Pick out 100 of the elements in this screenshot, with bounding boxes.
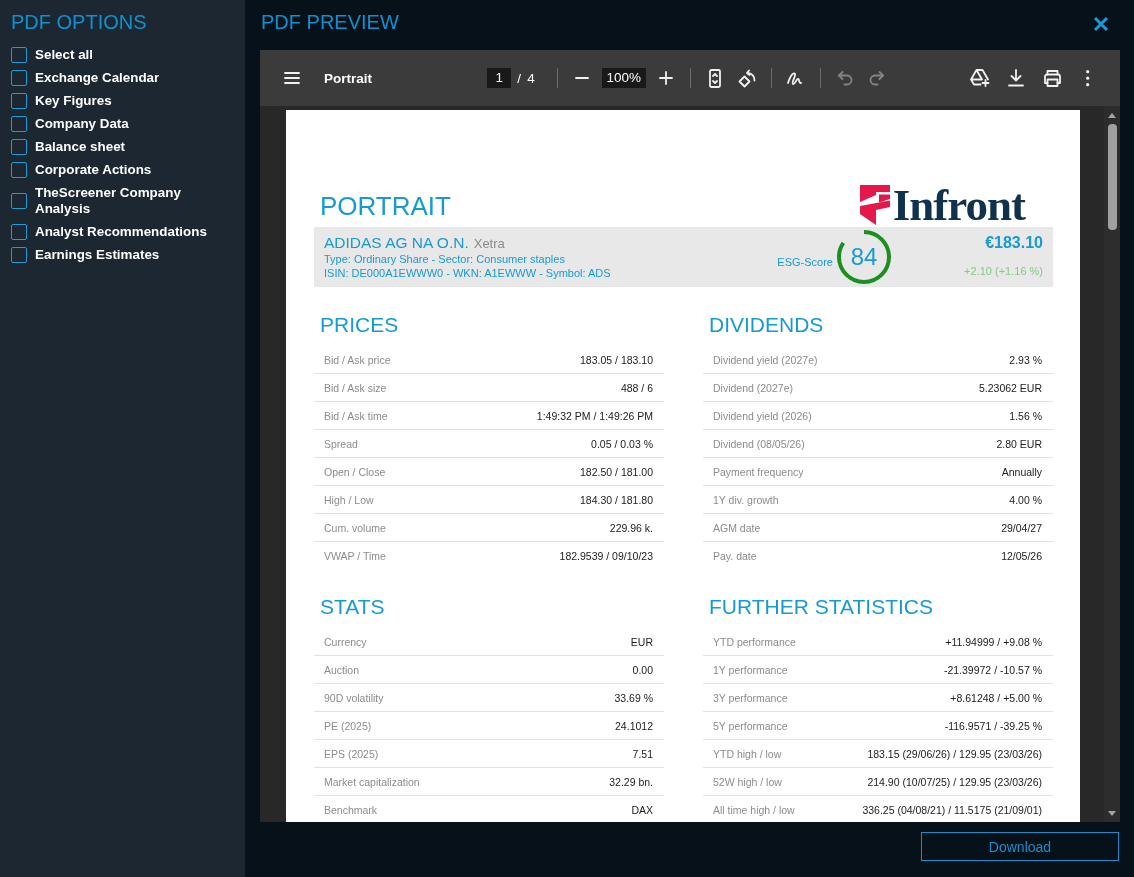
option-label[interactable]: Earnings Estimates [35, 246, 235, 263]
checkbox[interactable] [11, 46, 27, 63]
squiggle-icon [787, 71, 805, 85]
option-label[interactable]: Select all [35, 46, 235, 63]
section-heading: FURTHER STATISTICS [709, 595, 934, 619]
checkbox[interactable] [11, 192, 27, 209]
option-label[interactable]: Key Figures [35, 92, 235, 109]
esg-score: 84 [850, 244, 878, 270]
row-value: -116.9571 / -39.25 % [944, 719, 1042, 732]
row-label: High / Low [324, 493, 374, 506]
rotate-icon [737, 68, 756, 88]
page-count-text: 4 [527, 70, 535, 86]
row-value: +11.94999 / +9.08 % [945, 635, 1042, 648]
row-value: 32.29 bn. [609, 775, 653, 788]
zoom-level-field[interactable]: 100% [601, 68, 646, 88]
price-change: +2.10 (+1.16 %) [963, 264, 1043, 278]
row-value: 4.00 % [1009, 493, 1042, 506]
row-label: Cum. volume [324, 521, 386, 534]
row-label: 1Y div. growth [713, 493, 779, 506]
row-label: 1Y performance [713, 663, 788, 676]
row-label: YTD performance [713, 635, 796, 648]
row-label: Spread [324, 437, 358, 450]
row-label: EPS (2025) [324, 747, 379, 760]
option-label[interactable]: Company Data [35, 115, 235, 132]
exchange-name: Xetra [473, 236, 505, 251]
row-label: 52W high / low [713, 775, 782, 788]
row-value: 229.96 k. [609, 521, 653, 534]
instrument-ids: ISIN: DE000A1EWWW0 - WKN: A1EWWW - Symbol: ADS [324, 266, 612, 280]
row-value: 214.90 (10/07/25) / 129.95 (23/03/26) [867, 775, 1042, 788]
row-label: 5Y performance [713, 719, 788, 732]
row-value: 7.51 [632, 747, 653, 760]
option-label[interactable]: TheScreener Company Analysis [35, 184, 235, 217]
dialog-title: PDF PREVIEW [261, 10, 399, 34]
row-value: 336.25 (04/08/21) / 11.5175 (21/09/01) [862, 804, 1042, 816]
checkbox[interactable] [11, 161, 27, 178]
row-value: 183.15 (29/06/26) / 129.95 (23/03/26) [867, 747, 1042, 760]
row-value: 5.23062 EUR [978, 381, 1042, 394]
row-label: 3Y performance [713, 691, 788, 704]
scroll-down-icon[interactable] [1108, 811, 1116, 816]
checkbox[interactable] [11, 223, 27, 240]
row-value: 2.93 % [1009, 353, 1042, 366]
checkbox[interactable] [11, 92, 27, 109]
option-label[interactable]: Balance sheet [35, 138, 235, 155]
row-value: 12/05/26 [1001, 550, 1042, 562]
checkbox[interactable] [11, 69, 27, 86]
option-label[interactable]: Exchange Calendar [35, 69, 235, 86]
row-value: 183.05 / 183.10 [580, 353, 653, 366]
option-label[interactable]: Analyst Recommendations [35, 223, 235, 240]
ring-gauge-icon [837, 230, 891, 284]
row-label: Benchmark [324, 804, 378, 816]
triangle-plus-icon [970, 69, 990, 87]
row-value: 1.56 % [1009, 409, 1042, 422]
logo-mark-icon [859, 185, 890, 225]
row-label: YTD high / low [713, 747, 782, 760]
row-label: 90D volatility [324, 691, 384, 704]
download-icon [1008, 69, 1024, 87]
plus-icon [658, 71, 673, 85]
row-label: Pay. date [713, 550, 757, 562]
row-label: PE (2025) [324, 719, 372, 732]
row-value: 182.9539 / 09/10/23 [559, 550, 653, 562]
row-value: 33.69 % [614, 691, 653, 704]
scroll-up-icon[interactable] [1108, 113, 1116, 118]
page-heading: PORTRAIT [320, 191, 451, 223]
row-value: +8.61248 / +5.00 % [950, 691, 1042, 704]
page-number-field[interactable]: 1 [487, 68, 512, 88]
row-label: AGM date [713, 521, 761, 534]
row-label: Dividend (2027e) [713, 381, 793, 394]
row-label: Market capitalization [324, 775, 420, 788]
printer-icon [1043, 69, 1061, 87]
row-value: 29/04/27 [1001, 521, 1042, 534]
row-label: Currency [324, 635, 367, 648]
row-value: Annually [1001, 465, 1042, 478]
checkbox[interactable] [11, 115, 27, 132]
row-label: Dividend yield (2026) [713, 409, 812, 422]
row-label: All time high / low [713, 804, 795, 816]
price: €183.10 [984, 234, 1043, 252]
download-button[interactable]: Download [921, 832, 1119, 861]
instrument-type: Type: Ordinary Share - Sector: Consumer staples [324, 252, 566, 266]
row-label: Bid / Ask time [324, 409, 388, 422]
row-value: 488 / 6 [620, 381, 653, 394]
row-label: Bid / Ask price [324, 353, 391, 366]
option-label[interactable]: Corporate Actions [35, 161, 235, 178]
row-value: DAX [631, 804, 653, 816]
row-label: Auction [324, 663, 360, 676]
row-value: -21.39972 / -10.57 % [943, 663, 1042, 676]
checkbox[interactable] [11, 138, 27, 155]
checkbox[interactable] [11, 246, 27, 263]
scrollbar-thumb[interactable] [1107, 124, 1117, 230]
document-title: Portrait [324, 70, 372, 86]
esg-label: ESG-Score [777, 255, 833, 268]
panel-title: PDF OPTIONS [11, 10, 148, 34]
row-label: Bid / Ask size [324, 381, 387, 394]
section-heading: PRICES [320, 313, 400, 337]
row-value: 0.05 / 0.03 % [591, 437, 653, 450]
close-icon [1093, 16, 1109, 32]
row-label: Open / Close [324, 465, 386, 478]
row-value: 184.30 / 181.80 [580, 493, 653, 506]
row-value: 24.1012 [615, 719, 653, 732]
row-label: VWAP / Time [324, 550, 386, 562]
menu-icon [284, 72, 300, 84]
